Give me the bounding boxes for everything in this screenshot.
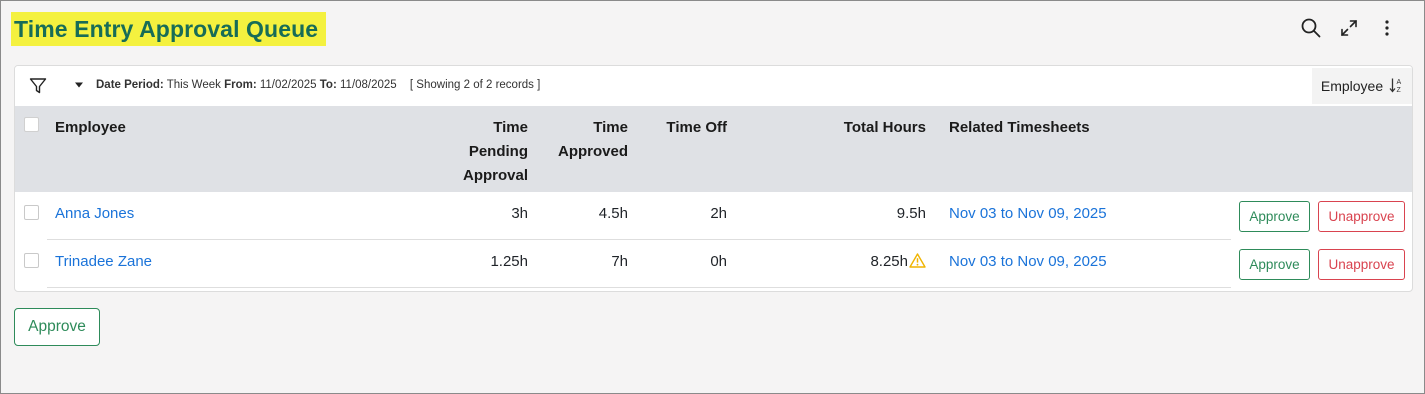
more-vertical-icon[interactable] xyxy=(1368,15,1406,41)
time-pending-value: 3h xyxy=(511,205,528,222)
sort-az-icon: AZ xyxy=(1389,77,1403,96)
approve-button[interactable]: Approve xyxy=(1239,201,1310,232)
svg-text:Z: Z xyxy=(1397,87,1402,93)
total-hours-text: 8.25h xyxy=(870,253,908,270)
table-row: Anna Jones 3h 4.5h 2h 9.5h Nov 03 to Nov… xyxy=(15,192,1412,240)
date-period-value: This Week xyxy=(166,79,221,91)
row-checkbox[interactable] xyxy=(24,253,39,268)
svg-text:A: A xyxy=(1397,79,1402,86)
warning-icon[interactable] xyxy=(909,253,926,274)
row-divider xyxy=(47,287,1231,288)
time-off-value: 0h xyxy=(710,253,727,270)
column-time-off[interactable]: Time Off xyxy=(627,116,727,140)
from-value: 11/02/2025 xyxy=(259,79,317,91)
approval-table-card: Date Period: This Week From: 11/02/2025 … xyxy=(14,65,1413,292)
column-employee[interactable]: Employee xyxy=(55,116,126,140)
column-related-timesheets[interactable]: Related Timesheets xyxy=(949,116,1090,140)
column-time-approved-line2: Approved xyxy=(557,143,628,160)
related-timesheet-link[interactable]: Nov 03 to Nov 09, 2025 xyxy=(949,252,1107,272)
app-window: Time Entry Approval Queue Date Period: T… xyxy=(0,0,1425,394)
unapprove-button[interactable]: Unapprove xyxy=(1318,249,1405,280)
time-approved-value: 7h xyxy=(611,253,628,270)
page-title: Time Entry Approval Queue xyxy=(11,12,327,46)
search-icon[interactable] xyxy=(1292,15,1330,41)
to-value: 11/08/2025 xyxy=(340,79,397,91)
time-pending-value: 1.25h xyxy=(490,253,528,270)
time-approved-value: 4.5h xyxy=(598,205,628,222)
approve-button[interactable]: Approve xyxy=(1239,249,1310,280)
time-off-value: 2h xyxy=(710,205,727,222)
expand-icon[interactable] xyxy=(1330,15,1368,41)
employee-link[interactable]: Trinadee Zane xyxy=(55,252,152,272)
column-time-approved[interactable]: Time Approved xyxy=(528,116,628,164)
sort-button[interactable]: Employee AZ xyxy=(1312,68,1412,104)
date-period-label: Date Period: xyxy=(96,79,164,91)
top-toolbar xyxy=(1292,15,1406,41)
column-time-approved-line1: Time xyxy=(593,119,628,136)
column-time-pending-line2: Pending xyxy=(468,143,528,160)
total-hours-text: 9.5h xyxy=(896,205,926,222)
employee-link[interactable]: Anna Jones xyxy=(55,204,134,224)
row-checkbox[interactable] xyxy=(24,205,39,220)
total-hours-value: 9.5h xyxy=(775,204,926,224)
column-time-pending-line1: Time xyxy=(493,119,528,136)
total-hours-value: 8.25h xyxy=(755,252,926,274)
column-total-hours[interactable]: Total Hours xyxy=(775,116,926,140)
column-time-pending-line3: Approval xyxy=(462,167,528,184)
table-header: Employee Time Pending Approval Time Appr… xyxy=(15,106,1412,192)
select-all-checkbox[interactable] xyxy=(24,117,39,132)
unapprove-button[interactable]: Unapprove xyxy=(1318,201,1405,232)
filter-summary: Date Period: This Week From: 11/02/2025 … xyxy=(96,79,540,91)
chevron-down-icon[interactable] xyxy=(72,78,86,92)
column-time-pending[interactable]: Time Pending Approval xyxy=(428,116,528,188)
bulk-approve-button[interactable]: Approve xyxy=(14,308,100,346)
filter-bar: Date Period: This Week From: 11/02/2025 … xyxy=(15,66,1412,106)
to-label: To: xyxy=(319,79,337,91)
record-count: [ Showing 2 of 2 records ] xyxy=(409,79,541,91)
from-label: From: xyxy=(224,79,257,91)
filter-icon[interactable] xyxy=(23,73,53,99)
table-row: Trinadee Zane 1.25h 7h 0h 8.25h Nov 03 t… xyxy=(15,240,1412,288)
related-timesheet-link[interactable]: Nov 03 to Nov 09, 2025 xyxy=(949,204,1107,224)
sort-label: Employee xyxy=(1320,78,1384,94)
